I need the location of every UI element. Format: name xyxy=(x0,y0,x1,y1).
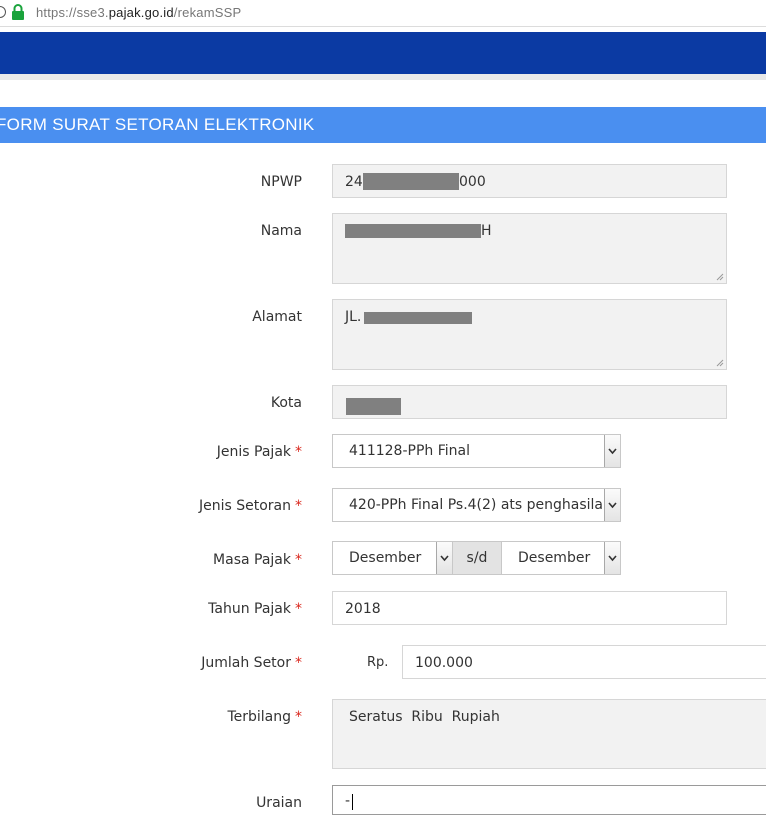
redaction-box xyxy=(346,398,401,415)
chevron-down-icon xyxy=(608,502,617,509)
jenis-pajak-select[interactable]: 411128-PPh Final xyxy=(332,434,621,468)
npwp-label: NPWP xyxy=(260,174,302,190)
uraian-value: - xyxy=(345,793,351,809)
redaction-box xyxy=(363,173,459,190)
tahun-pajak-input[interactable]: 2018 xyxy=(332,591,727,625)
currency-label: Rp. xyxy=(367,655,389,670)
npwp-field[interactable]: 24 000 xyxy=(332,164,727,198)
text-cursor xyxy=(352,794,353,810)
jenis-setoran-select[interactable]: 420-PPh Final Ps.4(2) ats penghasilan xyxy=(332,488,621,522)
tahun-pajak-label: Tahun Pajak * xyxy=(208,601,302,617)
lock-icon xyxy=(12,4,24,20)
redaction-box xyxy=(345,224,481,238)
resize-grip-icon[interactable] xyxy=(716,273,724,281)
range-separator: s/d xyxy=(453,541,501,575)
jumlah-setor-label: Jumlah Setor * xyxy=(201,655,302,671)
url-path: /rekamSSP xyxy=(173,5,242,20)
kota-field[interactable] xyxy=(332,385,727,419)
alamat-value-start: JL. xyxy=(345,309,362,325)
redaction-box xyxy=(364,312,472,324)
masa-pajak-from-selected: Desember xyxy=(349,550,422,566)
url-domain: pajak.go.id xyxy=(108,5,174,20)
nama-value-end: H xyxy=(481,223,492,239)
masa-pajak-label: Masa Pajak * xyxy=(213,552,302,568)
jenis-pajak-selected: 411128-PPh Final xyxy=(349,443,470,459)
masa-pajak-to-selected: Desember xyxy=(518,550,591,566)
top-navbar xyxy=(0,32,766,74)
browser-address-bar[interactable]: https://sse3.pajak.go.id/rekamSSP xyxy=(0,0,766,27)
alamat-field[interactable]: JL. xyxy=(332,299,727,370)
masa-pajak-to-select[interactable]: Desember xyxy=(501,541,621,575)
reload-icon[interactable] xyxy=(0,6,6,18)
terbilang-field[interactable]: Seratus Ribu Rupiah xyxy=(332,699,766,769)
npwp-value-end: 000 xyxy=(459,174,486,190)
dropdown-arrow[interactable] xyxy=(604,489,620,521)
nama-label: Nama xyxy=(260,223,302,239)
chevron-down-icon xyxy=(608,448,617,455)
terbilang-value: Seratus Ribu Rupiah xyxy=(349,709,500,725)
url-text[interactable]: https://sse3.pajak.go.id/rekamSSP xyxy=(36,5,241,20)
dropdown-arrow[interactable] xyxy=(604,542,620,574)
dropdown-arrow[interactable] xyxy=(604,435,620,467)
npwp-value-start: 24 xyxy=(345,174,363,190)
dropdown-arrow[interactable] xyxy=(436,542,452,574)
nama-field[interactable]: H xyxy=(332,213,727,284)
uraian-input[interactable]: - xyxy=(332,785,766,815)
chevron-down-icon xyxy=(608,555,617,562)
masa-pajak-from-select[interactable]: Desember xyxy=(332,541,453,575)
alamat-label: Alamat xyxy=(252,309,302,325)
panel-header: FORM SURAT SETORAN ELEKTRONIK xyxy=(0,107,766,143)
jumlah-setor-input[interactable]: 100.000 xyxy=(402,645,766,679)
kota-label: Kota xyxy=(270,395,302,411)
jenis-setoran-selected: 420-PPh Final Ps.4(2) ats penghasilan xyxy=(349,497,612,513)
terbilang-label: Terbilang * xyxy=(227,709,302,725)
resize-grip-icon[interactable] xyxy=(716,359,724,367)
jumlah-setor-value: 100.000 xyxy=(415,655,473,671)
navbar-shadow xyxy=(0,74,766,80)
panel-title: FORM SURAT SETORAN ELEKTRONIK xyxy=(0,115,315,134)
tahun-pajak-value: 2018 xyxy=(345,601,381,617)
chevron-down-icon xyxy=(440,555,449,562)
url-prefix: https://sse3. xyxy=(36,5,109,20)
jenis-setoran-label: Jenis Setoran * xyxy=(198,498,302,514)
jenis-pajak-label: Jenis Pajak * xyxy=(216,444,302,460)
uraian-label: Uraian xyxy=(256,795,302,811)
